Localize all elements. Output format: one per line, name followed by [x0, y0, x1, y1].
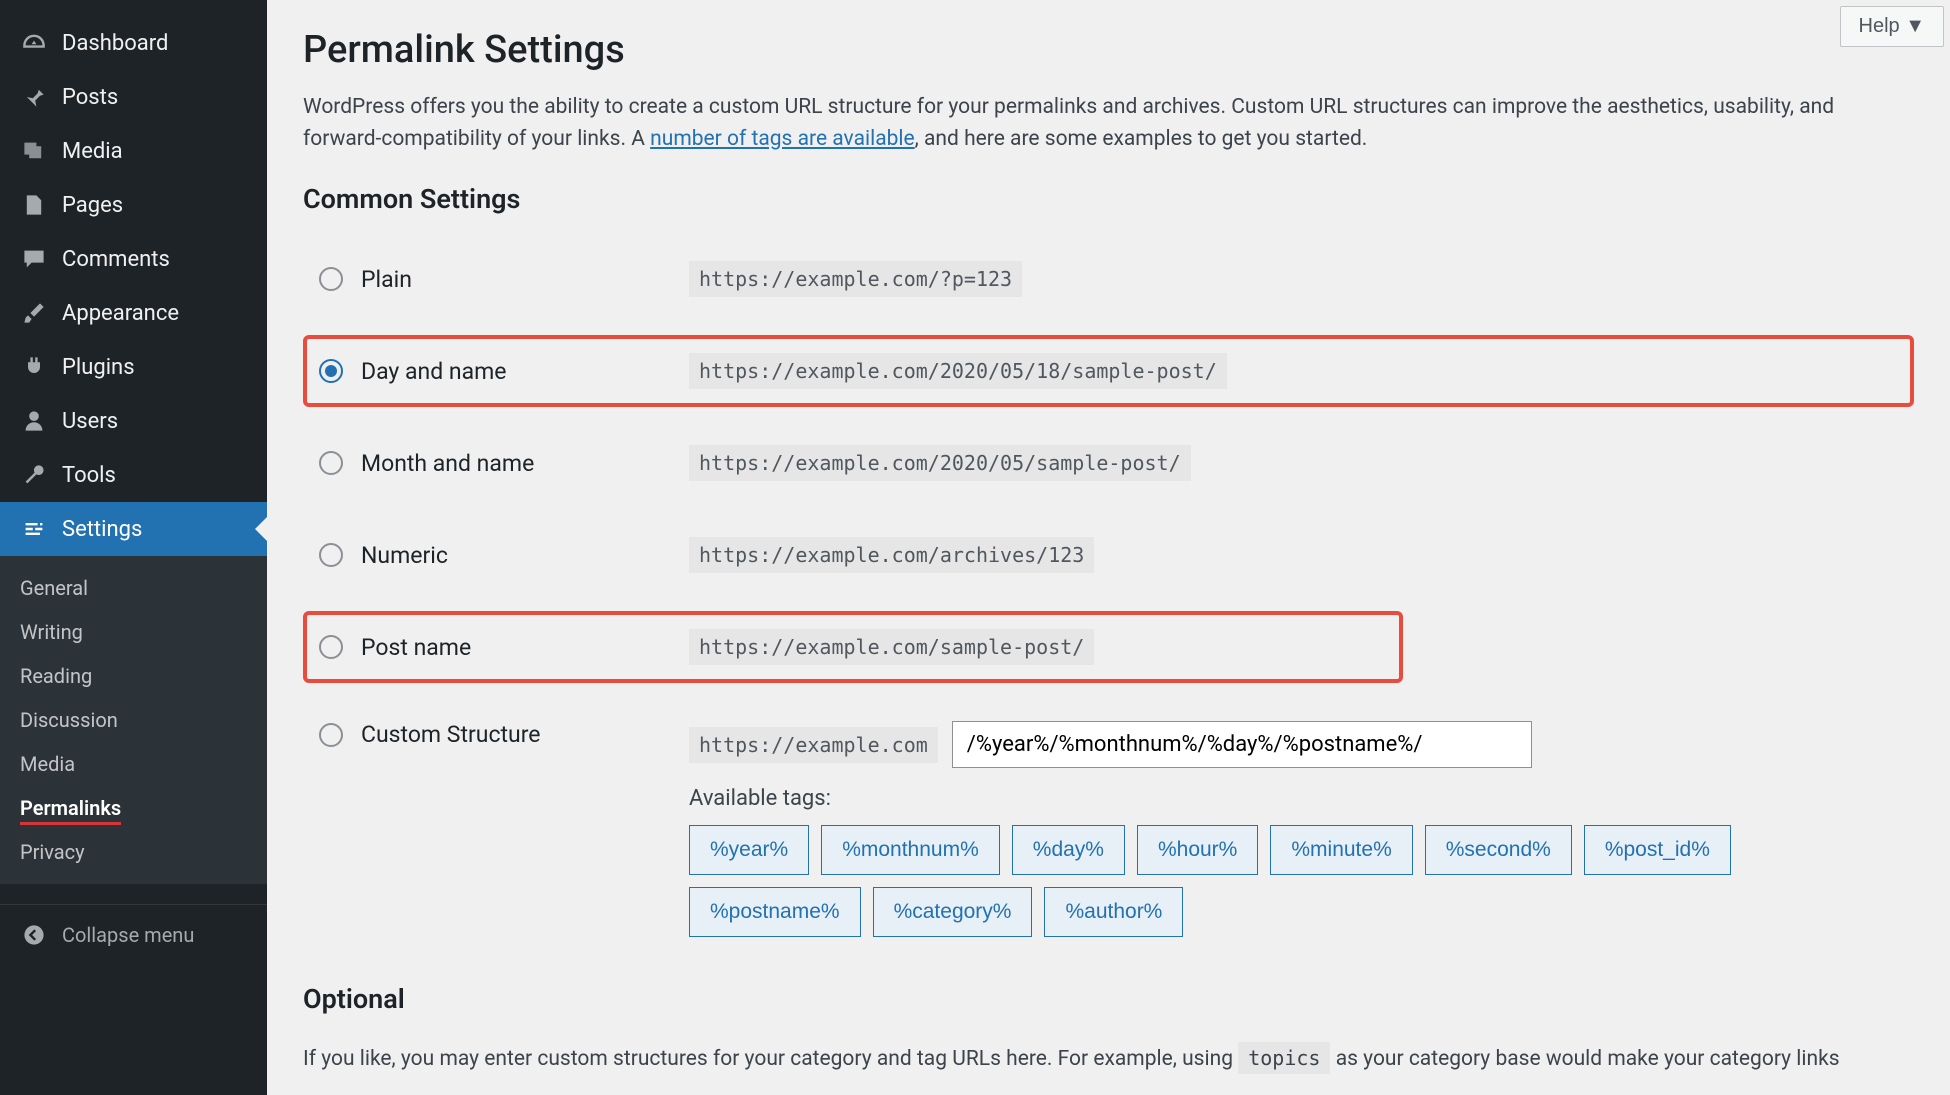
intro-text: WordPress offers you the ability to crea… [303, 92, 1914, 155]
collapse-icon [20, 921, 48, 949]
help-button[interactable]: Help ▼ [1840, 6, 1944, 47]
collapse-menu-button[interactable]: Collapse menu [0, 904, 267, 965]
submenu-item-discussion[interactable]: Discussion [0, 698, 267, 742]
tag-day[interactable]: %day% [1012, 825, 1125, 875]
brush-icon [20, 299, 48, 327]
main-content: Help ▼ Permalink Settings WordPress offe… [267, 0, 1950, 1095]
option-post-name: Post name https://example.com/sample-pos… [303, 611, 1403, 683]
option-custom-radio[interactable] [319, 723, 343, 747]
option-numeric-label[interactable]: Numeric [319, 542, 689, 569]
sidebar-item-label: Users [62, 409, 118, 434]
sidebar-item-media[interactable]: Media [0, 124, 267, 178]
option-day-and-name-label[interactable]: Day and name [319, 358, 689, 385]
available-tags-label: Available tags: [689, 786, 1898, 811]
user-icon [20, 407, 48, 435]
topics-code: topics [1238, 1042, 1330, 1074]
media-icon [20, 137, 48, 165]
available-tags: %year% %monthnum% %day% %hour% %minute% … [689, 825, 1889, 937]
option-post-name-radio[interactable] [319, 635, 343, 659]
option-plain: Plain https://example.com/?p=123 [303, 243, 1914, 315]
submenu-item-permalinks[interactable]: Permalinks [0, 786, 267, 830]
submenu-item-privacy[interactable]: Privacy [0, 830, 267, 874]
submenu-item-reading[interactable]: Reading [0, 654, 267, 698]
wrench-icon [20, 461, 48, 489]
pin-icon [20, 83, 48, 111]
tag-year[interactable]: %year% [689, 825, 809, 875]
sidebar-item-tools[interactable]: Tools [0, 448, 267, 502]
option-post-name-url: https://example.com/sample-post/ [689, 629, 1094, 665]
sidebar-item-label: Comments [62, 247, 170, 272]
option-plain-label[interactable]: Plain [319, 266, 689, 293]
tag-author[interactable]: %author% [1044, 887, 1183, 937]
option-plain-url: https://example.com/?p=123 [689, 261, 1022, 297]
submenu-item-general[interactable]: General [0, 566, 267, 610]
tag-category[interactable]: %category% [873, 887, 1033, 937]
option-month-and-name-label[interactable]: Month and name [319, 450, 689, 477]
admin-sidebar: Dashboard Posts Media Pages Comments App… [0, 0, 267, 1095]
sidebar-item-users[interactable]: Users [0, 394, 267, 448]
comment-icon [20, 245, 48, 273]
sidebar-item-label: Pages [62, 193, 123, 218]
tag-hour[interactable]: %hour% [1137, 825, 1258, 875]
option-day-and-name-radio[interactable] [319, 359, 343, 383]
tag-second[interactable]: %second% [1425, 825, 1572, 875]
sidebar-item-comments[interactable]: Comments [0, 232, 267, 286]
submenu-item-media[interactable]: Media [0, 742, 267, 786]
optional-heading: Optional [303, 983, 1914, 1015]
option-custom-structure: Custom Structure https://example.com Ava… [303, 703, 1914, 955]
optional-text: If you like, you may enter custom struct… [303, 1043, 1914, 1076]
tags-link[interactable]: number of tags are available [650, 127, 915, 151]
option-numeric-radio[interactable] [319, 543, 343, 567]
sidebar-item-appearance[interactable]: Appearance [0, 286, 267, 340]
custom-structure-input[interactable] [952, 721, 1532, 768]
tag-postname[interactable]: %postname% [689, 887, 861, 937]
settings-submenu: General Writing Reading Discussion Media… [0, 556, 267, 884]
option-day-and-name-url: https://example.com/2020/05/18/sample-po… [689, 353, 1227, 389]
option-month-and-name-radio[interactable] [319, 451, 343, 475]
sidebar-item-label: Appearance [62, 301, 179, 326]
sidebar-item-label: Posts [62, 85, 118, 110]
common-settings-heading: Common Settings [303, 183, 1914, 215]
pages-icon [20, 191, 48, 219]
dashboard-icon [20, 29, 48, 57]
submenu-item-writing[interactable]: Writing [0, 610, 267, 654]
sidebar-item-label: Dashboard [62, 31, 168, 56]
tag-post-id[interactable]: %post_id% [1584, 825, 1731, 875]
option-post-name-label[interactable]: Post name [319, 634, 689, 661]
option-month-and-name-url: https://example.com/2020/05/sample-post/ [689, 445, 1191, 481]
sidebar-item-label: Tools [62, 463, 116, 488]
page-title: Permalink Settings [303, 28, 1914, 72]
option-plain-radio[interactable] [319, 267, 343, 291]
option-month-and-name: Month and name https://example.com/2020/… [303, 427, 1914, 499]
sidebar-item-posts[interactable]: Posts [0, 70, 267, 124]
sidebar-item-pages[interactable]: Pages [0, 178, 267, 232]
option-day-and-name: Day and name https://example.com/2020/05… [303, 335, 1914, 407]
custom-base-url: https://example.com [689, 727, 938, 763]
sidebar-item-label: Plugins [62, 355, 135, 380]
option-numeric-url: https://example.com/archives/123 [689, 537, 1094, 573]
tag-monthnum[interactable]: %monthnum% [821, 825, 1000, 875]
sidebar-item-settings[interactable]: Settings [0, 502, 267, 556]
sidebar-item-label: Settings [62, 517, 142, 542]
tag-minute[interactable]: %minute% [1270, 825, 1412, 875]
settings-icon [20, 515, 48, 543]
collapse-label: Collapse menu [62, 923, 194, 947]
option-numeric: Numeric https://example.com/archives/123 [303, 519, 1914, 591]
sidebar-item-label: Media [62, 139, 123, 164]
option-custom-label[interactable]: Custom Structure [319, 721, 689, 748]
plug-icon [20, 353, 48, 381]
sidebar-item-dashboard[interactable]: Dashboard [0, 16, 267, 70]
sidebar-item-plugins[interactable]: Plugins [0, 340, 267, 394]
